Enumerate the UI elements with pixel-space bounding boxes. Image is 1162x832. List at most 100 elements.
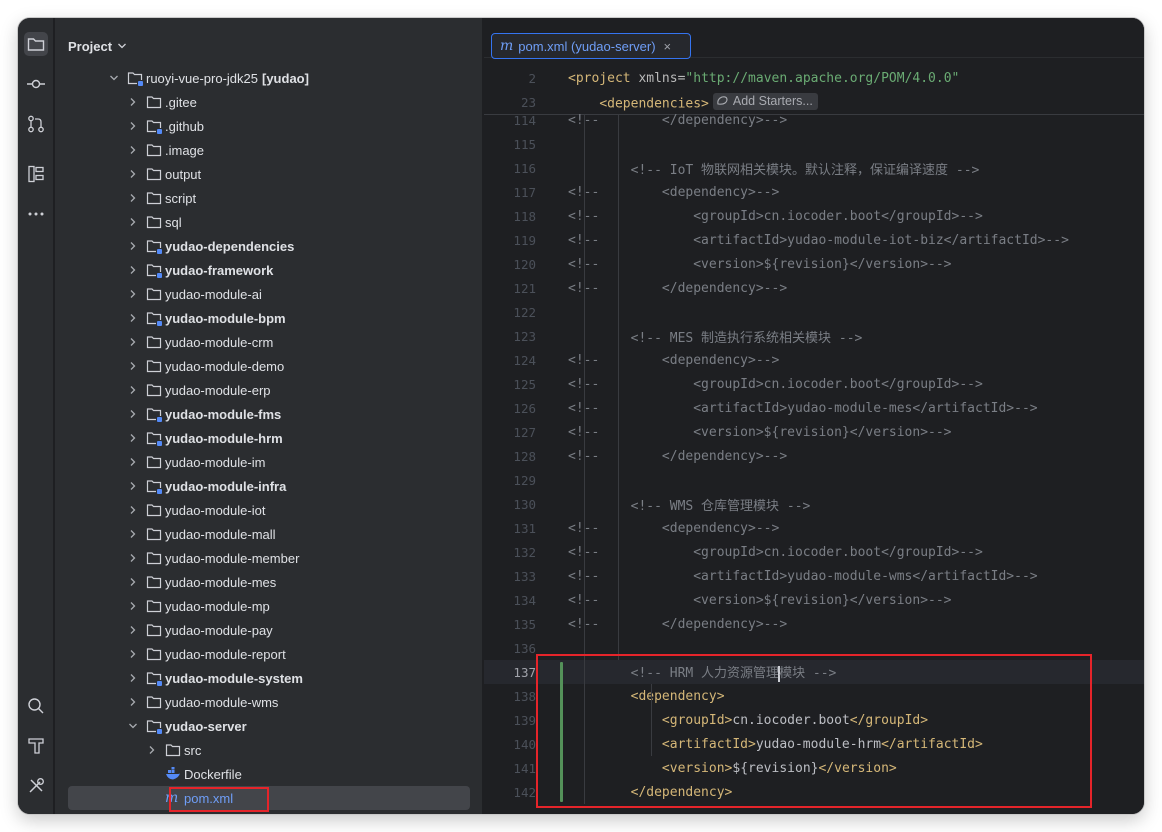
- tree-item-label: yudao-module-mp: [165, 598, 270, 614]
- tree-item-pom-xml[interactable]: m pom.xml: [55, 786, 483, 810]
- code-line: 133 <!-- <artifactId>yudao-module-wms</ar…: [484, 564, 1144, 588]
- tree-item-label: .github: [165, 118, 205, 134]
- code-line: 127 <!-- <version>${revision}</version>--…: [484, 420, 1144, 444]
- folder-icon: [146, 382, 162, 398]
- maven-file-icon: m: [500, 38, 514, 54]
- tree-item-dot-image[interactable]: .image: [55, 138, 483, 162]
- folder-icon: [146, 214, 162, 230]
- tree-item-dot-github[interactable]: .github: [55, 114, 483, 138]
- code-line: 121 <!-- </dependency>-->: [484, 276, 1144, 300]
- folder-icon: [146, 142, 162, 158]
- code-text: <!-- <version>${revision}</version>-->: [568, 256, 952, 272]
- chevron-right-icon: [130, 218, 136, 226]
- starter-icon: [717, 96, 728, 105]
- tree-item-yudao-module-system[interactable]: yudao-module-system: [55, 666, 483, 690]
- tree-item-yudao-module-fms[interactable]: yudao-module-fms: [55, 402, 483, 426]
- search-icon: [28, 698, 44, 714]
- tree-item-yudao-module-erp[interactable]: yudao-module-erp: [55, 378, 483, 402]
- tree-item-yudao-module-bpm[interactable]: yudao-module-bpm: [55, 306, 483, 330]
- tree-item-yudao-module-member[interactable]: yudao-module-member: [55, 546, 483, 570]
- chevron-right-icon: [130, 410, 136, 418]
- folder-icon: [146, 502, 162, 518]
- tree-item-label: yudao-module-ai: [165, 286, 262, 302]
- chevron-right-icon: [130, 386, 136, 394]
- line-number: 133: [513, 568, 536, 584]
- tree-item-label: output: [165, 166, 202, 182]
- tree-item-root[interactable]: ruoyi-vue-pro-jdk25 [yudao]: [55, 66, 483, 90]
- tree-item-yudao-module-mes[interactable]: yudao-module-mes: [55, 570, 483, 594]
- module-folder-icon: [146, 238, 163, 255]
- module-folder-icon: [146, 406, 163, 423]
- tree-item-yudao-server[interactable]: yudao-server: [55, 714, 483, 738]
- pull-requests-tool-button[interactable]: [24, 112, 48, 136]
- line-number: 134: [513, 592, 536, 608]
- folder-icon: [27, 38, 45, 51]
- code-line: 130 <!-- WMS 仓库管理模块 -->: [484, 492, 1144, 516]
- tree-item-label: src: [184, 742, 202, 758]
- chevron-right-icon: [130, 674, 136, 682]
- tree-item-script[interactable]: script: [55, 186, 483, 210]
- tree-item-label: script: [165, 190, 197, 206]
- ide-window: Project ruoyi-vue-pro-jdk25 [yudao] .gitee…: [18, 18, 1144, 814]
- line-number: 132: [513, 544, 536, 560]
- line-number: 137: [513, 664, 536, 680]
- code-line: 115: [484, 132, 1144, 156]
- close-icon[interactable]: ×: [664, 39, 672, 54]
- chevron-right-icon: [130, 506, 136, 514]
- project-tool-button[interactable]: [24, 32, 48, 56]
- tab-label: pom.xml (yudao-server): [518, 38, 656, 54]
- tree-item-yudao-module-ai[interactable]: yudao-module-ai: [55, 282, 483, 306]
- line-number: 128: [513, 448, 536, 464]
- search-tool-button[interactable]: [24, 694, 48, 718]
- line-number: 121: [513, 280, 536, 296]
- module-folder-icon: [146, 670, 163, 687]
- tree-item-label: yudao-module-iot: [165, 502, 266, 518]
- tree-item-label: yudao-module-im: [165, 454, 266, 470]
- module-folder-icon: [146, 118, 163, 135]
- build-tool-button[interactable]: [24, 734, 48, 758]
- tree-item-yudao-module-infra[interactable]: yudao-module-infra: [55, 474, 483, 498]
- tree-item-yudao-dependencies[interactable]: yudao-dependencies: [55, 234, 483, 258]
- tree-item-sql[interactable]: sql: [55, 210, 483, 234]
- highlight-box-pom: [169, 787, 269, 812]
- tree-item-yudao-framework[interactable]: yudao-framework: [55, 258, 483, 282]
- chevron-right-icon: [130, 434, 136, 442]
- tree-item-yudao-module-iot[interactable]: yudao-module-iot: [55, 498, 483, 522]
- tree-item-yudao-module-mall[interactable]: yudao-module-mall: [55, 522, 483, 546]
- tree-item-yudao-module-wms[interactable]: yudao-module-wms: [55, 690, 483, 714]
- tree-item-src[interactable]: src: [55, 738, 483, 762]
- project-view-selector[interactable]: Project: [68, 37, 127, 55]
- line-number: 130: [513, 496, 536, 512]
- module-folder-icon: [146, 310, 163, 327]
- tree-item-dockerfile[interactable]: Dockerfile: [55, 762, 483, 786]
- tree-item-label: Dockerfile: [184, 766, 242, 782]
- commit-tool-button[interactable]: [24, 72, 48, 96]
- code-line: 135 <!-- </dependency>-->: [484, 612, 1144, 636]
- more-tool-windows-button[interactable]: [24, 202, 48, 226]
- chevron-right-icon: [130, 554, 136, 562]
- tree-item-yudao-module-pay[interactable]: yudao-module-pay: [55, 618, 483, 642]
- line-number: 125: [513, 376, 536, 392]
- structure-tool-button[interactable]: [24, 162, 48, 186]
- chevron-right-icon: [130, 266, 136, 274]
- tree-item-dot-gitee[interactable]: .gitee: [55, 90, 483, 114]
- tool-window-strip: [18, 18, 54, 814]
- tree-item-yudao-module-hrm[interactable]: yudao-module-hrm: [55, 426, 483, 450]
- pull-request-icon: [28, 115, 44, 133]
- code-line: 114 <!-- </dependency>-->: [484, 108, 1144, 132]
- line-number: 142: [513, 784, 536, 800]
- tree-item-yudao-module-im[interactable]: yudao-module-im: [55, 450, 483, 474]
- tree-item-yudao-module-report[interactable]: yudao-module-report: [55, 642, 483, 666]
- line-number: 138: [513, 688, 536, 704]
- code-line: 116 <!-- IoT 物联网相关模块。默认注释，保证编译速度 -->: [484, 156, 1144, 180]
- docker-icon: [165, 766, 181, 782]
- code-line: 129: [484, 468, 1144, 492]
- tree-item-output[interactable]: output: [55, 162, 483, 186]
- tree-item-yudao-module-mp[interactable]: yudao-module-mp: [55, 594, 483, 618]
- tree-item-yudao-module-demo[interactable]: yudao-module-demo: [55, 354, 483, 378]
- code-line: 118 <!-- <groupId>cn.iocoder.boot</groupI…: [484, 204, 1144, 228]
- chevron-right-icon: [130, 338, 136, 346]
- tools-tool-button[interactable]: [24, 774, 48, 798]
- tab-pom-xml[interactable]: m pom.xml (yudao-server) ×: [491, 33, 691, 59]
- tree-item-yudao-module-crm[interactable]: yudao-module-crm: [55, 330, 483, 354]
